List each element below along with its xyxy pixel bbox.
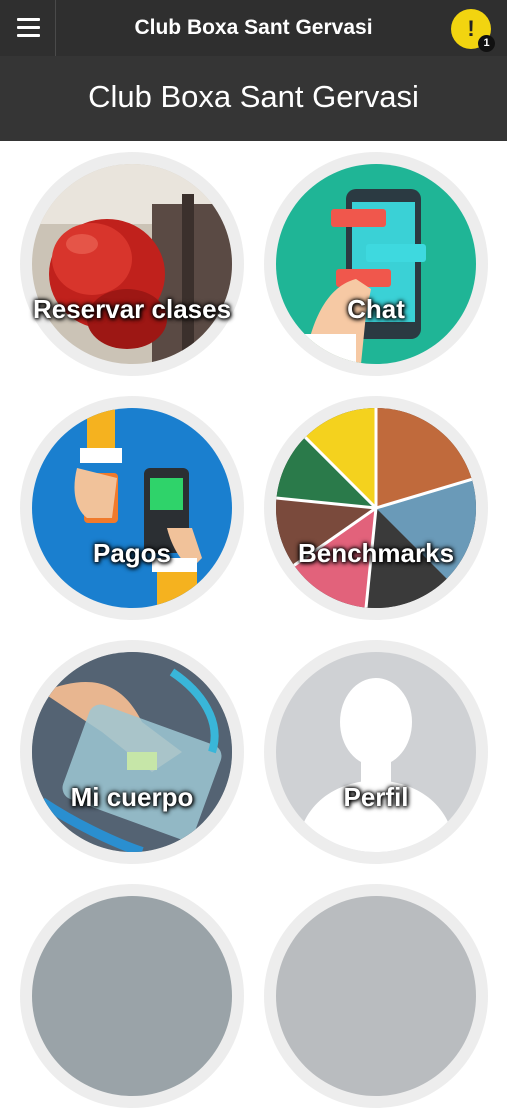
tile-label: Mi cuerpo <box>70 782 194 812</box>
app-title: Club Boxa Sant Gervasi <box>134 16 373 39</box>
boxing-glove-icon <box>32 164 232 364</box>
tile-label: Benchmarks <box>297 538 455 568</box>
user-silhouette-icon <box>276 652 476 852</box>
tile-partial-right[interactable] <box>264 884 488 1108</box>
club-name: Club Boxa Sant Gervasi <box>88 79 419 114</box>
body-scale-icon <box>32 652 232 852</box>
top-bar: Club Boxa Sant Gervasi ! 1 <box>0 0 507 56</box>
tile-label: Pagos <box>92 538 172 568</box>
tile-reservar-clases[interactable]: Reservar clases <box>20 152 244 376</box>
tile-image <box>32 896 232 1096</box>
sports-collage-icon <box>276 408 476 608</box>
tile-perfil[interactable]: Perfil <box>264 640 488 864</box>
tile-image <box>276 896 476 1096</box>
hamburger-menu-icon[interactable] <box>0 0 56 56</box>
tile-pagos[interactable]: Pagos <box>20 396 244 620</box>
tile-label: Perfil <box>343 782 409 812</box>
tile-benchmarks[interactable]: Benchmarks <box>264 396 488 620</box>
tile-partial-left[interactable] <box>20 884 244 1108</box>
club-header: Club Boxa Sant Gervasi <box>0 56 507 141</box>
chat-phone-icon <box>276 164 476 364</box>
tile-mi-cuerpo[interactable]: Mi cuerpo <box>20 640 244 864</box>
tile-label: Reservar clases <box>32 294 232 324</box>
alert-count-badge: 1 <box>478 35 495 52</box>
card-payment-icon <box>32 408 232 608</box>
tile-chat[interactable]: Chat <box>264 152 488 376</box>
tile-label: Chat <box>347 294 405 324</box>
